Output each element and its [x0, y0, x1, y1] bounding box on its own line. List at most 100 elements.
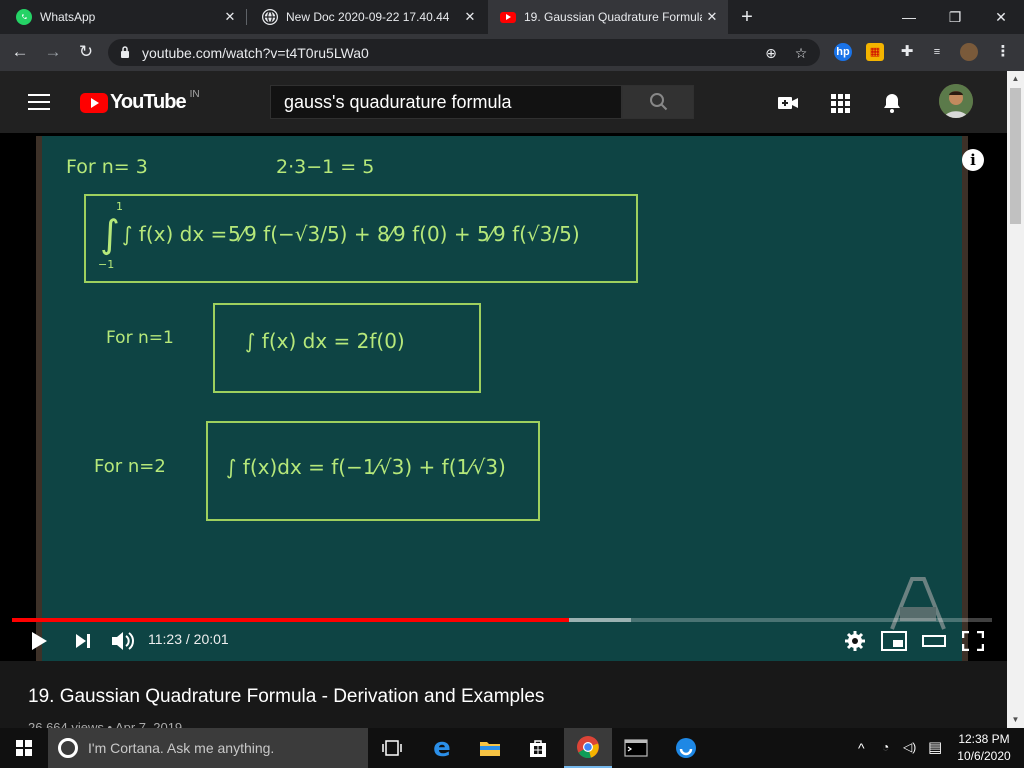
- fullscreen-icon[interactable]: [962, 631, 984, 651]
- zoom-icon[interactable]: ⊕: [762, 44, 780, 62]
- back-icon[interactable]: ←: [8, 40, 32, 64]
- search-icon: [650, 93, 668, 111]
- video-player[interactable]: For n= 3 2·3−1 = 5 ∫ 1 −1 ∫ f(x) dx = 5⁄…: [0, 133, 1007, 661]
- youtube-wordmark: YouTube: [110, 91, 187, 113]
- calculator-extension-icon[interactable]: ▦: [866, 43, 884, 61]
- extensions-puzzle-icon[interactable]: ✚: [898, 43, 916, 61]
- progress-bar[interactable]: [12, 618, 992, 622]
- settings-gear-icon[interactable]: [844, 630, 866, 652]
- formula-lhs: ∫ f(x) dx =: [122, 222, 228, 246]
- formula-box-n2: ∫ f(x)dx = f(−1⁄√3) + f(1⁄√3): [206, 421, 540, 521]
- cortana-search-box[interactable]: I'm Cortana. Ask me anything.: [48, 728, 368, 768]
- page-scrollbar[interactable]: ▲ ▼: [1007, 71, 1024, 728]
- tray-expand-chevron-icon[interactable]: ^: [858, 740, 865, 756]
- board-text-points: 2·3−1 = 5: [276, 156, 375, 178]
- windows-logo-icon: [16, 740, 32, 756]
- tab-whatsapp[interactable]: WhatsApp ✕: [0, 0, 246, 34]
- tab-new-doc[interactable]: New Doc 2020-09-22 17.40.44 ✕: [246, 0, 486, 34]
- task-view-icon[interactable]: [368, 728, 416, 768]
- windows-taskbar: I'm Cortana. Ask me anything. e ^ ◔ ◁) ▤…: [0, 728, 1024, 768]
- miniplayer-icon[interactable]: [881, 631, 907, 651]
- board-text-n1: For n=1: [106, 328, 174, 348]
- next-icon[interactable]: [74, 633, 92, 649]
- apps-grid-icon[interactable]: [828, 91, 852, 115]
- browser-toolbar: ← → ↻ youtube.com/watch?v=t4T0ru5LWa0 ⊕ …: [0, 34, 1024, 71]
- edge-icon[interactable]: e: [418, 728, 466, 768]
- chrome-taskbar-icon[interactable]: [564, 728, 612, 768]
- video-meta: 26,664 views • Apr 7, 2019: [28, 720, 183, 728]
- tab-title: 19. Gaussian Quadrature Formula: [524, 10, 702, 24]
- taskbar-clock[interactable]: 12:38 PM 10/6/2020: [952, 731, 1016, 765]
- minimize-icon[interactable]: —: [886, 0, 932, 34]
- upper-limit: 1: [116, 200, 123, 213]
- tab-title: WhatsApp: [40, 10, 96, 24]
- clock-time: 12:38 PM: [958, 732, 1010, 746]
- country-code: IN: [189, 89, 200, 100]
- formula-box-n3: ∫ 1 −1 ∫ f(x) dx = 5⁄9 f(−√3/5) + 8⁄9 f(…: [84, 194, 638, 283]
- cmd-icon[interactable]: [612, 728, 660, 768]
- scroll-down-arrow-icon[interactable]: ▼: [1011, 715, 1020, 724]
- youtube-header: YouTube IN gauss's quadurature formula: [0, 71, 1007, 133]
- action-center-icon[interactable]: ▤: [928, 738, 942, 756]
- video-title: 19. Gaussian Quadrature Formula - Deriva…: [28, 686, 545, 707]
- reload-icon[interactable]: ↻: [74, 40, 98, 64]
- youtube-icon: [500, 11, 516, 23]
- volume-icon[interactable]: [110, 630, 134, 652]
- bookmark-star-icon[interactable]: ☆: [792, 44, 810, 62]
- board-text-n3: For n= 3: [66, 156, 148, 178]
- notifications-bell-icon[interactable]: [880, 91, 904, 115]
- forward-icon[interactable]: →: [41, 40, 65, 64]
- board-text-n2: For n=2: [94, 456, 166, 477]
- create-video-icon[interactable]: [776, 91, 800, 115]
- formula-n1: ∫ f(x) dx = 2f(0): [245, 329, 405, 353]
- hp-extension-icon[interactable]: hp: [834, 43, 852, 61]
- lock-icon: [121, 46, 129, 58]
- volume-tray-icon[interactable]: ◁): [903, 740, 916, 754]
- whatsapp-icon: [16, 9, 32, 25]
- address-bar[interactable]: youtube.com/watch?v=t4T0ru5LWa0 ⊕ ☆: [108, 39, 820, 66]
- file-explorer-icon[interactable]: [466, 728, 514, 768]
- scroll-up-arrow-icon[interactable]: ▲: [1011, 74, 1020, 83]
- played-bar: [12, 618, 570, 622]
- wifi-icon[interactable]: ◔: [882, 740, 889, 754]
- close-tab-icon[interactable]: ✕: [462, 9, 478, 25]
- hamburger-menu-icon[interactable]: [28, 94, 50, 110]
- youtube-play-logo-icon: [80, 92, 108, 113]
- close-tab-icon[interactable]: ✕: [222, 9, 238, 25]
- search-input[interactable]: gauss's quadurature formula: [270, 85, 622, 119]
- cortana-circle-icon: [58, 738, 78, 758]
- channel-watermark-icon: [890, 577, 946, 630]
- video-info-section: 19. Gaussian Quadrature Formula - Deriva…: [0, 661, 1007, 728]
- tab-title: New Doc 2020-09-22 17.40.44: [286, 10, 450, 24]
- app-blue-icon[interactable]: [662, 728, 710, 768]
- reading-list-icon[interactable]: ≡: [928, 43, 946, 61]
- close-window-icon[interactable]: ✕: [978, 0, 1024, 34]
- formula-n2: ∫ f(x)dx = f(−1⁄√3) + f(1⁄√3): [226, 455, 506, 479]
- play-icon[interactable]: [30, 631, 48, 651]
- browser-tab-strip: WhatsApp ✕ New Doc 2020-09-22 17.40.44 ✕…: [0, 0, 1024, 34]
- info-icon[interactable]: i: [962, 149, 984, 171]
- formula-rhs: 5⁄9 f(−√3/5) + 8⁄9 f(0) + 5⁄9 f(√3/5): [228, 222, 580, 246]
- profile-avatar-icon[interactable]: [960, 43, 978, 61]
- lower-limit: −1: [98, 258, 115, 271]
- globe-icon: [262, 9, 278, 25]
- scroll-thumb[interactable]: [1010, 88, 1021, 224]
- youtube-logo[interactable]: YouTube IN: [80, 89, 200, 114]
- new-tab-icon[interactable]: +: [737, 7, 757, 27]
- integral-sign: ∫: [100, 212, 120, 256]
- cortana-placeholder: I'm Cortana. Ask me anything.: [88, 740, 275, 756]
- theater-mode-icon[interactable]: [922, 633, 946, 649]
- close-tab-icon[interactable]: ✕: [704, 9, 720, 25]
- windows-start-button[interactable]: [0, 728, 48, 768]
- clock-date: 10/6/2020: [957, 749, 1011, 763]
- search-button[interactable]: [622, 85, 694, 119]
- formula-box-n1: ∫ f(x) dx = 2f(0): [213, 303, 481, 393]
- account-avatar[interactable]: [939, 84, 973, 118]
- store-icon[interactable]: [514, 728, 562, 768]
- time-display: 11:23 / 20:01: [148, 631, 229, 647]
- chalkboard: For n= 3 2·3−1 = 5 ∫ 1 −1 ∫ f(x) dx = 5⁄…: [36, 136, 968, 661]
- restore-icon[interactable]: ❐: [932, 0, 978, 34]
- tab-youtube[interactable]: 19. Gaussian Quadrature Formula ✕: [488, 0, 728, 34]
- url-text: youtube.com/watch?v=t4T0ru5LWa0: [142, 45, 369, 61]
- menu-kebab-icon[interactable]: ⋮: [994, 43, 1012, 61]
